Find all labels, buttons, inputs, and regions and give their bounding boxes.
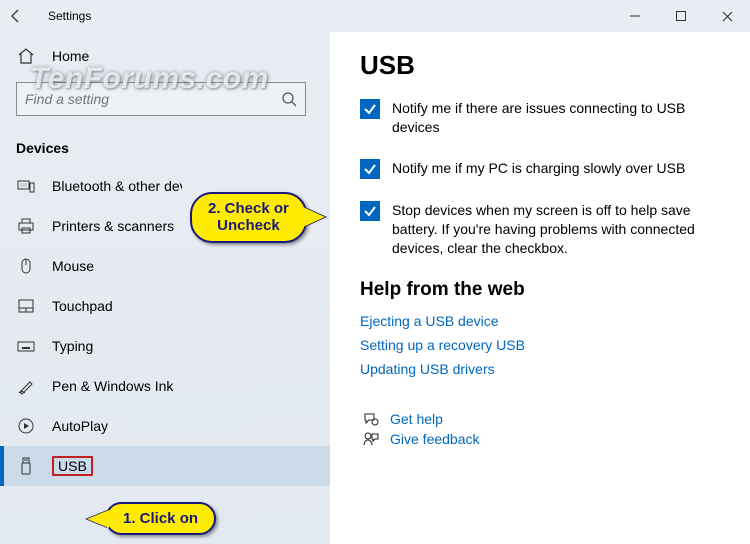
feedback-link[interactable]: Give feedback: [360, 431, 720, 447]
home-icon: [16, 46, 36, 66]
annotation-step2: 2. Check or Uncheck: [190, 192, 307, 243]
setting-row-charging: Notify me if my PC is charging slowly ov…: [360, 159, 720, 179]
sidebar-item-usb[interactable]: USB: [0, 446, 330, 486]
nav-home-label: Home: [52, 48, 89, 64]
sidebar-item-label: USB: [52, 456, 93, 476]
help-link-recovery[interactable]: Setting up a recovery USB: [360, 337, 720, 353]
sidebar-item-label: Typing: [52, 338, 93, 354]
back-button[interactable]: [0, 0, 32, 32]
setting-row-notify-issues: Notify me if there are issues connecting…: [360, 99, 720, 137]
maximize-button[interactable]: [658, 0, 704, 32]
checkbox-notify-issues[interactable]: [360, 99, 380, 119]
close-button[interactable]: [704, 0, 750, 32]
checkbox-label: Stop devices when my screen is off to he…: [392, 201, 720, 258]
checkbox-charging[interactable]: [360, 159, 380, 179]
sidebar-item-touchpad[interactable]: Touchpad: [0, 286, 330, 326]
help-header: Help from the web: [360, 279, 720, 301]
touchpad-icon: [16, 296, 36, 316]
keyboard-icon: [16, 336, 36, 356]
get-help-label: Get help: [390, 411, 443, 427]
help-chat-icon: [360, 411, 382, 427]
sidebar-item-autoplay[interactable]: AutoPlay: [0, 406, 330, 446]
bluetooth-devices-icon: [16, 176, 36, 196]
pen-icon: [16, 376, 36, 396]
sidebar-item-label: Touchpad: [52, 298, 113, 314]
sidebar-item-label: AutoPlay: [52, 418, 108, 434]
window-controls: [612, 0, 750, 32]
page-title: USB: [360, 50, 720, 81]
autoplay-icon: [16, 416, 36, 436]
window-title: Settings: [32, 9, 91, 23]
sidebar-item-mouse[interactable]: Mouse: [0, 246, 330, 286]
minimize-button[interactable]: [612, 0, 658, 32]
sidebar-item-label: Mouse: [52, 258, 94, 274]
search-icon: [281, 91, 297, 107]
feedback-icon: [360, 431, 382, 447]
checkbox-stop-devices[interactable]: [360, 201, 380, 221]
mouse-icon: [16, 256, 36, 276]
sidebar-item-label: Printers & scanners: [52, 218, 174, 234]
get-help-link[interactable]: Get help: [360, 411, 720, 427]
setting-row-stop-devices: Stop devices when my screen is off to he…: [360, 201, 720, 258]
help-link-drivers[interactable]: Updating USB drivers: [360, 361, 720, 377]
sidebar-item-label: Bluetooth & other devices: [52, 178, 182, 194]
search-box[interactable]: [16, 82, 306, 116]
help-link-eject[interactable]: Ejecting a USB device: [360, 313, 720, 329]
sidebar: Home Devices Bluetooth & other devices: [0, 32, 330, 544]
printer-icon: [16, 216, 36, 236]
annotation-step1: 1. Click on: [105, 502, 216, 535]
checkbox-label: Notify me if there are issues connecting…: [392, 99, 720, 137]
sidebar-item-pen[interactable]: Pen & Windows Ink: [0, 366, 330, 406]
sidebar-section-header: Devices: [0, 126, 330, 166]
search-input[interactable]: [25, 91, 281, 107]
sidebar-item-label: Pen & Windows Ink: [52, 378, 173, 394]
feedback-label: Give feedback: [390, 431, 480, 447]
checkbox-label: Notify me if my PC is charging slowly ov…: [392, 159, 685, 178]
sidebar-item-typing[interactable]: Typing: [0, 326, 330, 366]
titlebar: Settings: [0, 0, 750, 32]
nav-home[interactable]: Home: [0, 36, 330, 76]
usb-icon: [16, 456, 36, 476]
main-content: USB Notify me if there are issues connec…: [330, 32, 750, 544]
settings-window: Settings Home: [0, 0, 750, 544]
